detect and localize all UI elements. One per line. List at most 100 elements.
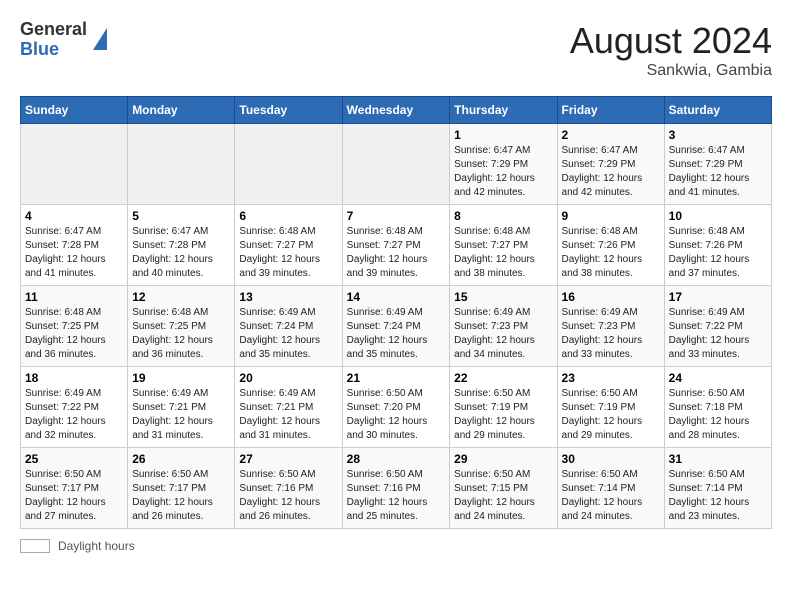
day-info: Sunrise: 6:50 AM Sunset: 7:18 PM Dayligh… bbox=[669, 387, 767, 443]
day-number: 20 bbox=[239, 371, 337, 385]
day-number: 17 bbox=[669, 290, 767, 304]
calendar-week-1: 4 Sunrise: 6:47 AM Sunset: 7:28 PM Daylig… bbox=[21, 205, 772, 286]
day-info: Sunrise: 6:48 AM Sunset: 7:27 PM Dayligh… bbox=[347, 225, 446, 281]
calendar-cell: 23Sunrise: 6:50 AM Sunset: 7:19 PM Dayli… bbox=[557, 367, 664, 448]
calendar-week-0: 1 Sunrise: 6:47 AM Sunset: 7:29 PM Daylig… bbox=[21, 124, 772, 205]
subtitle: Sankwia, Gambia bbox=[570, 62, 772, 80]
day-info: Sunrise: 6:49 AM Sunset: 7:21 PM Dayligh… bbox=[132, 387, 230, 443]
calendar-cell: 26Sunrise: 6:50 AM Sunset: 7:17 PM Dayli… bbox=[128, 448, 235, 529]
day-info: Sunrise: 6:48 AM Sunset: 7:26 PM Dayligh… bbox=[669, 225, 767, 281]
day-number: 5 bbox=[132, 209, 230, 223]
day-info: Sunrise: 6:50 AM Sunset: 7:14 PM Dayligh… bbox=[669, 468, 767, 524]
calendar-cell bbox=[21, 124, 128, 205]
logo-triangle-icon bbox=[93, 28, 107, 50]
logo-blue: Blue bbox=[20, 39, 59, 59]
day-number: 12 bbox=[132, 290, 230, 304]
calendar-cell: 2Sunrise: 6:47 AM Sunset: 7:29 PM Daylig… bbox=[557, 124, 664, 205]
day-number: 11 bbox=[25, 290, 123, 304]
title-block: August 2024 Sankwia, Gambia bbox=[570, 20, 772, 80]
calendar-cell: 19 Sunrise: 6:49 AM Sunset: 7:21 PM Dayli… bbox=[128, 367, 235, 448]
calendar-header: SundayMondayTuesdayWednesdayThursdayFrid… bbox=[21, 97, 772, 124]
calendar-cell bbox=[128, 124, 235, 205]
calendar-week-3: 18 Sunrise: 6:49 AM Sunset: 7:22 PM Dayli… bbox=[21, 367, 772, 448]
day-header-thursday: Thursday bbox=[450, 97, 557, 124]
day-info: Sunrise: 6:47 AM Sunset: 7:29 PM Dayligh… bbox=[669, 144, 767, 200]
main-title: August 2024 bbox=[570, 20, 772, 62]
calendar-cell: 20 Sunrise: 6:49 AM Sunset: 7:21 PM Dayli… bbox=[235, 367, 342, 448]
day-number: 8 bbox=[454, 209, 552, 223]
day-number: 15 bbox=[454, 290, 552, 304]
day-info: Sunrise: 6:50 AM Sunset: 7:14 PM Dayligh… bbox=[562, 468, 660, 524]
day-header-wednesday: Wednesday bbox=[342, 97, 450, 124]
day-info: Sunrise: 6:48 AM Sunset: 7:27 PM Dayligh… bbox=[454, 225, 552, 281]
logo-general: General bbox=[20, 19, 87, 39]
calendar-cell: 11Sunrise: 6:48 AM Sunset: 7:25 PM Dayli… bbox=[21, 286, 128, 367]
day-number: 29 bbox=[454, 452, 552, 466]
day-info: Sunrise: 6:50 AM Sunset: 7:19 PM Dayligh… bbox=[454, 387, 552, 443]
day-number: 30 bbox=[562, 452, 660, 466]
day-info: Sunrise: 6:50 AM Sunset: 7:15 PM Dayligh… bbox=[454, 468, 552, 524]
calendar-cell: 1Sunrise: 6:47 AM Sunset: 7:29 PM Daylig… bbox=[450, 124, 557, 205]
footer: Daylight hours bbox=[20, 539, 772, 553]
day-number: 1 bbox=[454, 128, 552, 142]
logo: General Blue bbox=[20, 20, 107, 60]
calendar-cell: 25 Sunrise: 6:50 AM Sunset: 7:17 PM Dayli… bbox=[21, 448, 128, 529]
day-number: 9 bbox=[562, 209, 660, 223]
day-number: 18 bbox=[25, 371, 123, 385]
calendar-week-4: 25 Sunrise: 6:50 AM Sunset: 7:17 PM Dayli… bbox=[21, 448, 772, 529]
calendar-cell: 4 Sunrise: 6:47 AM Sunset: 7:28 PM Daylig… bbox=[21, 205, 128, 286]
calendar-cell: 29 Sunrise: 6:50 AM Sunset: 7:15 PM Dayli… bbox=[450, 448, 557, 529]
day-info: Sunrise: 6:48 AM Sunset: 7:26 PM Dayligh… bbox=[562, 225, 660, 281]
header-row: SundayMondayTuesdayWednesdayThursdayFrid… bbox=[21, 97, 772, 124]
calendar-cell: 24 Sunrise: 6:50 AM Sunset: 7:18 PM Dayli… bbox=[664, 367, 771, 448]
day-info: Sunrise: 6:47 AM Sunset: 7:28 PM Dayligh… bbox=[25, 225, 123, 281]
calendar-week-2: 11Sunrise: 6:48 AM Sunset: 7:25 PM Dayli… bbox=[21, 286, 772, 367]
day-number: 7 bbox=[347, 209, 446, 223]
day-info: Sunrise: 6:49 AM Sunset: 7:22 PM Dayligh… bbox=[25, 387, 123, 443]
day-info: Sunrise: 6:47 AM Sunset: 7:28 PM Dayligh… bbox=[132, 225, 230, 281]
day-info: Sunrise: 6:50 AM Sunset: 7:20 PM Dayligh… bbox=[347, 387, 446, 443]
day-number: 19 bbox=[132, 371, 230, 385]
day-info: Sunrise: 6:49 AM Sunset: 7:24 PM Dayligh… bbox=[347, 306, 446, 362]
calendar-cell: 6 Sunrise: 6:48 AM Sunset: 7:27 PM Daylig… bbox=[235, 205, 342, 286]
day-info: Sunrise: 6:50 AM Sunset: 7:16 PM Dayligh… bbox=[347, 468, 446, 524]
day-header-tuesday: Tuesday bbox=[235, 97, 342, 124]
day-number: 3 bbox=[669, 128, 767, 142]
calendar-cell: 5 Sunrise: 6:47 AM Sunset: 7:28 PM Daylig… bbox=[128, 205, 235, 286]
calendar-cell: 18 Sunrise: 6:49 AM Sunset: 7:22 PM Dayli… bbox=[21, 367, 128, 448]
calendar-body: 1 Sunrise: 6:47 AM Sunset: 7:29 PM Daylig… bbox=[21, 124, 772, 529]
calendar-cell: 31 Sunrise: 6:50 AM Sunset: 7:14 PM Dayli… bbox=[664, 448, 771, 529]
calendar-cell: 21Sunrise: 6:50 AM Sunset: 7:20 PM Dayli… bbox=[342, 367, 450, 448]
day-number: 23 bbox=[562, 371, 660, 385]
day-info: Sunrise: 6:49 AM Sunset: 7:21 PM Dayligh… bbox=[239, 387, 337, 443]
calendar-cell: 17 Sunrise: 6:49 AM Sunset: 7:22 PM Dayli… bbox=[664, 286, 771, 367]
day-info: Sunrise: 6:49 AM Sunset: 7:22 PM Dayligh… bbox=[669, 306, 767, 362]
calendar-cell: 30 Sunrise: 6:50 AM Sunset: 7:14 PM Dayli… bbox=[557, 448, 664, 529]
day-header-monday: Monday bbox=[128, 97, 235, 124]
calendar-cell: 15 Sunrise: 6:49 AM Sunset: 7:23 PM Dayli… bbox=[450, 286, 557, 367]
day-info: Sunrise: 6:50 AM Sunset: 7:17 PM Dayligh… bbox=[25, 468, 123, 524]
day-info: Sunrise: 6:49 AM Sunset: 7:23 PM Dayligh… bbox=[454, 306, 552, 362]
daylight-box bbox=[20, 539, 50, 553]
day-number: 6 bbox=[239, 209, 337, 223]
calendar-cell bbox=[342, 124, 450, 205]
calendar-cell: 27 Sunrise: 6:50 AM Sunset: 7:16 PM Dayli… bbox=[235, 448, 342, 529]
day-info: Sunrise: 6:49 AM Sunset: 7:23 PM Dayligh… bbox=[562, 306, 660, 362]
calendar-cell: 22 Sunrise: 6:50 AM Sunset: 7:19 PM Dayli… bbox=[450, 367, 557, 448]
calendar-cell: 9 Sunrise: 6:48 AM Sunset: 7:26 PM Daylig… bbox=[557, 205, 664, 286]
day-info: Sunrise: 6:50 AM Sunset: 7:17 PM Dayligh… bbox=[132, 468, 230, 524]
calendar-cell: 14Sunrise: 6:49 AM Sunset: 7:24 PM Dayli… bbox=[342, 286, 450, 367]
day-number: 27 bbox=[239, 452, 337, 466]
day-number: 25 bbox=[25, 452, 123, 466]
calendar-cell: 3 Sunrise: 6:47 AM Sunset: 7:29 PM Daylig… bbox=[664, 124, 771, 205]
day-number: 22 bbox=[454, 371, 552, 385]
day-number: 31 bbox=[669, 452, 767, 466]
day-number: 16 bbox=[562, 290, 660, 304]
calendar-cell: 7 Sunrise: 6:48 AM Sunset: 7:27 PM Daylig… bbox=[342, 205, 450, 286]
day-number: 24 bbox=[669, 371, 767, 385]
day-info: Sunrise: 6:48 AM Sunset: 7:27 PM Dayligh… bbox=[239, 225, 337, 281]
day-number: 4 bbox=[25, 209, 123, 223]
day-info: Sunrise: 6:50 AM Sunset: 7:16 PM Dayligh… bbox=[239, 468, 337, 524]
day-header-friday: Friday bbox=[557, 97, 664, 124]
day-number: 28 bbox=[347, 452, 446, 466]
